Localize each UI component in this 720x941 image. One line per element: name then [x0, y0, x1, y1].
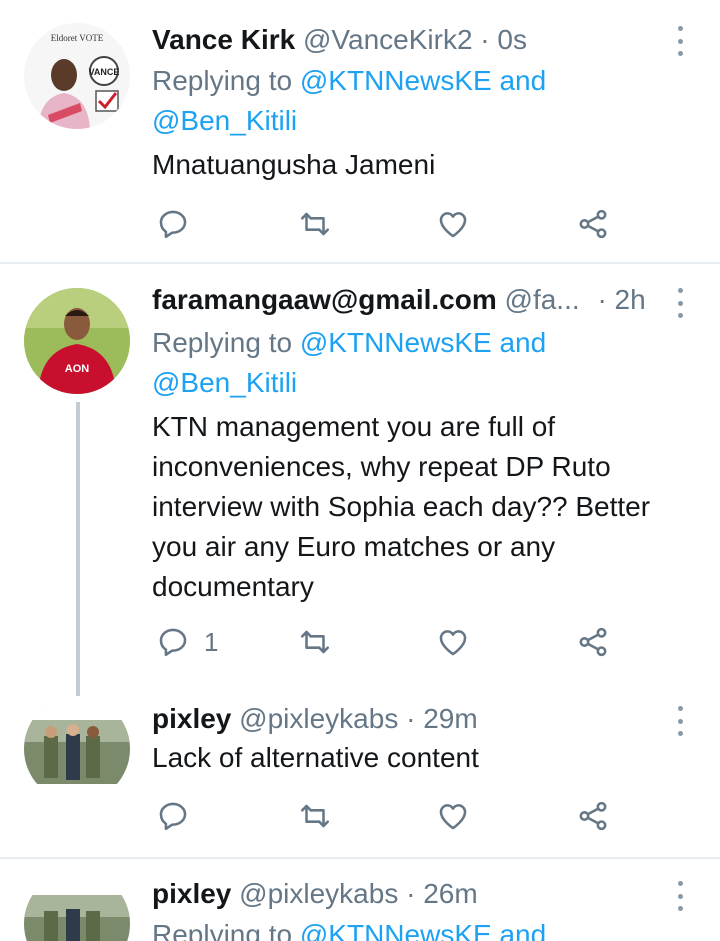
retweet-icon — [300, 804, 330, 828]
tweet-actions — [152, 796, 622, 836]
reply-count: 1 — [204, 626, 219, 657]
author-handle[interactable]: @fa... — [505, 284, 580, 315]
avatar-shirt-text: AON — [65, 363, 90, 375]
avatar-faramangaaw[interactable]: AON — [24, 288, 130, 394]
reply-icon — [159, 628, 187, 657]
tweet-text: Lack of alternative content — [152, 742, 479, 773]
retweet-button[interactable] — [298, 204, 332, 244]
separator-dot: · — [406, 703, 416, 734]
avatar-badge-text: VANCE — [89, 67, 120, 77]
replying-label: Replying to — [152, 919, 293, 941]
tweet-actions: 1 — [152, 622, 622, 662]
separator-dot: · — [597, 284, 607, 315]
separator-dot: · — [406, 878, 416, 909]
timestamp[interactable]: 0s — [497, 24, 527, 55]
reply-icon — [159, 210, 187, 239]
share-icon — [579, 209, 607, 239]
tweet-text-line: documentary — [152, 571, 314, 602]
like-button[interactable] — [436, 796, 470, 836]
timestamp[interactable]: 29m — [423, 703, 477, 734]
tweet-header: pixley @pixleykabs · 29m — [152, 696, 660, 742]
share-icon — [579, 801, 607, 831]
tweet-text-line: KTN management you are full of — [152, 411, 556, 442]
separator-dot: · — [480, 24, 490, 55]
mention-ktnnewske[interactable]: @KTNNewsKE — [300, 919, 492, 941]
like-button[interactable] — [436, 622, 470, 662]
mention-and[interactable]: and — [499, 919, 546, 941]
author-name[interactable]: pixley — [152, 878, 231, 909]
tweet-header: faramangaaw@gmail.com @fa... · 2h — [152, 277, 660, 323]
tweet-text: KTN management you are full of inconveni… — [152, 407, 690, 607]
more-options-icon[interactable] — [672, 881, 688, 911]
mention-ben-kitili[interactable]: @Ben_Kitili — [152, 367, 297, 398]
share-button[interactable] — [576, 204, 610, 244]
replying-to: Replying to @KTNNewsKE and — [152, 61, 690, 101]
tweet-header: pixley @pixleykabs · 26m — [152, 871, 660, 917]
author-handle[interactable]: @pixleykabs — [239, 703, 398, 734]
avatar-pixley[interactable] — [24, 696, 130, 802]
like-icon — [439, 804, 467, 830]
retweet-icon — [300, 212, 330, 236]
mention-ben-kitili[interactable]: @Ben_Kitili — [152, 105, 297, 136]
reply-button[interactable]: 1 — [156, 622, 218, 662]
author-name[interactable]: Vance Kirk — [152, 24, 295, 55]
replying-label: Replying to — [152, 327, 293, 358]
mention-ktnnewske[interactable]: @KTNNewsKE — [300, 327, 492, 358]
like-icon — [439, 212, 467, 238]
tweet-vance-kirk[interactable]: Eldoret VOTE VANCE Vance Kirk @VanceKirk… — [0, 0, 720, 262]
more-options-icon[interactable] — [672, 706, 688, 736]
retweet-icon — [300, 630, 330, 654]
more-options-icon[interactable] — [672, 288, 688, 318]
avatar-pixley[interactable] — [24, 871, 130, 941]
author-name[interactable]: faramangaaw@gmail.com — [152, 284, 497, 315]
timestamp[interactable]: 2h — [615, 284, 646, 315]
replying-to-line2: @Ben_Kitili — [152, 101, 690, 141]
author-name[interactable]: pixley — [152, 703, 231, 734]
like-icon — [439, 630, 467, 656]
tweet-text: Mnatuangusha Jameni — [152, 149, 436, 180]
tweet-text-line: you air any Euro matches or any — [152, 531, 556, 562]
reply-button[interactable] — [156, 204, 190, 244]
replying-to-line2: @Ben_Kitili — [152, 363, 690, 403]
tweet-header: Vance Kirk @VanceKirk2 · 0s — [152, 17, 660, 63]
retweet-button[interactable] — [298, 622, 332, 662]
replying-label: Replying to — [152, 65, 293, 96]
retweet-button[interactable] — [298, 796, 332, 836]
reply-button[interactable] — [156, 796, 190, 836]
timestamp[interactable]: 26m — [423, 878, 477, 909]
mention-and[interactable]: and — [499, 65, 546, 96]
share-button[interactable] — [576, 796, 610, 836]
tweet-faramangaaw[interactable]: AON faramangaaw@gmail.com @fa... · 2h Re… — [0, 264, 720, 702]
mention-ktnnewske[interactable]: @KTNNewsKE — [300, 65, 492, 96]
tweet-actions — [152, 204, 622, 244]
author-handle[interactable]: @pixleykabs — [239, 878, 398, 909]
share-button[interactable] — [576, 622, 610, 662]
share-icon — [579, 627, 607, 657]
replying-to: Replying to @KTNNewsKE and — [152, 323, 690, 363]
tweet-text-line: interview with Sophia each day?? Better — [152, 491, 651, 522]
avatar-vance-kirk[interactable]: Eldoret VOTE VANCE — [24, 23, 130, 129]
reply-icon — [159, 802, 187, 831]
avatar-caption: Eldoret VOTE — [51, 33, 104, 43]
tweet-text-line: inconveniences, why repeat DP Ruto — [152, 451, 611, 482]
thread-connector — [76, 402, 80, 702]
replying-to: Replying to @KTNNewsKE and — [152, 915, 690, 941]
like-button[interactable] — [436, 204, 470, 244]
tweet-pixley-2[interactable]: pixley @pixleykabs · 26m Replying to @KT… — [0, 859, 720, 941]
author-handle[interactable]: @VanceKirk2 — [303, 24, 473, 55]
tweet-pixley-1[interactable]: pixley @pixleykabs · 29m Lack of alterna… — [0, 696, 720, 856]
more-options-icon[interactable] — [672, 26, 688, 56]
mention-and[interactable]: and — [499, 327, 546, 358]
